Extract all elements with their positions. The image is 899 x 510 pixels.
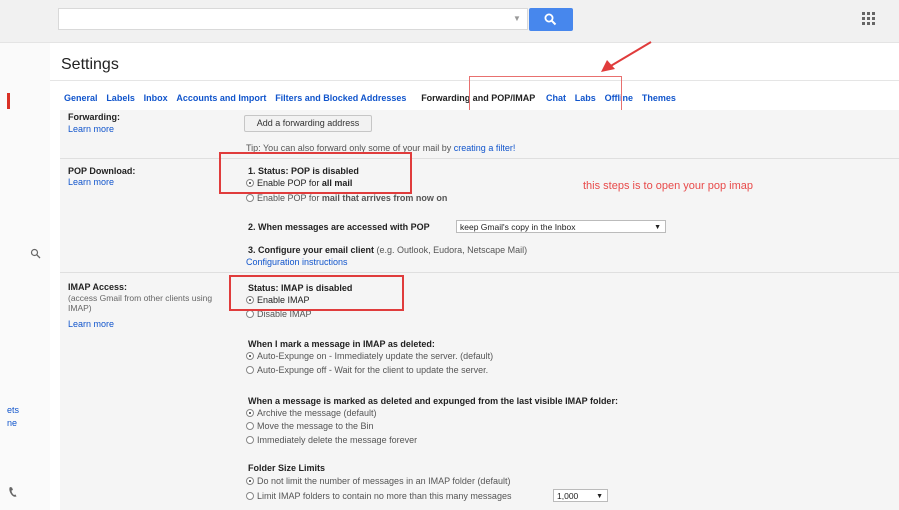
phone-icon[interactable] xyxy=(8,486,18,498)
imap-expunged-option-2[interactable]: Move the message to the Bin xyxy=(246,421,374,431)
pop-option-bold: mail that arrives from now on xyxy=(321,193,448,203)
imap-deleted-option-text: Auto-Expunge on - Immediately update the… xyxy=(257,351,494,361)
search-input[interactable] xyxy=(58,8,528,30)
folder-limit-option-text: Do not limit the number of messages in a… xyxy=(257,476,511,486)
top-bar: ▼ xyxy=(0,0,899,43)
active-nav-indicator xyxy=(7,93,10,109)
left-nav-panel xyxy=(0,43,50,510)
imap-deleted-option-text: Auto-Expunge off - Wait for the client t… xyxy=(257,365,489,375)
section-divider xyxy=(60,158,899,159)
imap-expunged-option-3[interactable]: Immediately delete the message forever xyxy=(246,435,417,445)
pop-action-select-value: keep Gmail's copy in the Inbox xyxy=(460,222,576,232)
tab-labels[interactable]: Labels xyxy=(106,93,135,103)
radio-button[interactable] xyxy=(246,436,254,444)
radio-button-selected[interactable] xyxy=(246,409,254,417)
imap-expunged-option-text: Move the message to the Bin xyxy=(257,421,374,431)
imap-expunged-option-1[interactable]: Archive the message (default) xyxy=(246,408,377,418)
radio-button[interactable] xyxy=(246,492,254,500)
dropdown-arrow-icon: ▼ xyxy=(654,224,661,231)
forwarding-learn-more-link[interactable]: Learn more xyxy=(68,124,114,134)
left-nav-text[interactable]: ne xyxy=(7,418,17,428)
folder-limit-option-text: Limit IMAP folders to contain no more th… xyxy=(257,491,512,501)
tab-inbox[interactable]: Inbox xyxy=(144,93,168,103)
apps-grid-icon[interactable] xyxy=(862,12,878,28)
search-options-caret-icon[interactable]: ▼ xyxy=(513,14,521,23)
folder-limit-option-1[interactable]: Do not limit the number of messages in a… xyxy=(246,476,510,486)
pop-learn-more-link[interactable]: Learn more xyxy=(68,177,114,187)
add-forwarding-address-button[interactable]: Add a forwarding address xyxy=(244,115,372,132)
imap-deleted-option-2[interactable]: Auto-Expunge off - Wait for the client t… xyxy=(246,365,488,375)
search-button[interactable] xyxy=(529,8,573,31)
folder-limit-option-2[interactable]: Limit IMAP folders to contain no more th… xyxy=(246,491,511,501)
tab-accounts-and-import[interactable]: Accounts and Import xyxy=(176,93,266,103)
tab-themes[interactable]: Themes xyxy=(642,93,676,103)
section-divider xyxy=(60,272,899,273)
page-title: Settings xyxy=(61,56,119,73)
search-icon xyxy=(544,13,557,26)
folder-limit-select-value: 1,000 xyxy=(557,491,579,501)
pop-action-select[interactable]: keep Gmail's copy in the Inbox ▼ xyxy=(456,220,666,233)
annotation-text: this steps is to open your pop imap xyxy=(583,180,753,192)
imap-expunged-heading: When a message is marked as deleted and … xyxy=(248,396,618,406)
imap-expunged-option-text: Immediately delete the message forever xyxy=(257,435,418,445)
tab-general[interactable]: General xyxy=(64,93,98,103)
dropdown-arrow-icon: ▼ xyxy=(596,493,603,500)
radio-button[interactable] xyxy=(246,366,254,374)
annotation-arrow-icon xyxy=(601,41,652,72)
pop-download-label: POP Download: xyxy=(68,166,136,176)
radio-button[interactable] xyxy=(246,194,254,202)
radio-button[interactable] xyxy=(246,422,254,430)
imap-learn-more-link[interactable]: Learn more xyxy=(68,319,114,329)
configuration-instructions-link[interactable]: Configuration instructions xyxy=(246,257,348,267)
search-people-icon[interactable] xyxy=(30,248,41,259)
imap-access-label: IMAP Access: xyxy=(68,282,128,292)
radio-button-selected[interactable] xyxy=(246,352,254,360)
imap-deleted-heading: When I mark a message in IMAP as deleted… xyxy=(248,339,435,349)
imap-expunged-option-text: Archive the message (default) xyxy=(257,408,377,418)
pop-step-3-hint: (e.g. Outlook, Eudora, Netscape Mail) xyxy=(376,245,528,255)
create-filter-link[interactable]: creating a filter! xyxy=(454,143,516,153)
imap-status-highlight-box xyxy=(229,275,404,311)
pop-step-3: 3. Configure your email client (e.g. Out… xyxy=(248,245,527,255)
folder-size-limits-heading: Folder Size Limits xyxy=(248,463,326,473)
pop-step-2-label: 2. When messages are accessed with POP xyxy=(248,222,430,232)
pop-option-text: Enable POP for xyxy=(257,193,320,203)
radio-button-selected[interactable] xyxy=(246,477,254,485)
folder-limit-select[interactable]: 1,000 ▼ xyxy=(553,489,608,502)
imap-access-description: (access Gmail from other clients using I… xyxy=(68,293,213,313)
left-nav-text[interactable]: ets xyxy=(7,405,19,415)
tab-filters-and-blocked-addresses[interactable]: Filters and Blocked Addresses xyxy=(275,93,406,103)
pop-step-3-label: 3. Configure your email client xyxy=(248,245,375,255)
forwarding-label: Forwarding: xyxy=(68,112,120,122)
pop-status-highlight-box xyxy=(219,152,412,194)
pop-option-from-now-on[interactable]: Enable POP for mail that arrives from no… xyxy=(246,193,447,203)
imap-deleted-option-1[interactable]: Auto-Expunge on - Immediately update the… xyxy=(246,351,493,361)
radio-button[interactable] xyxy=(246,310,254,318)
